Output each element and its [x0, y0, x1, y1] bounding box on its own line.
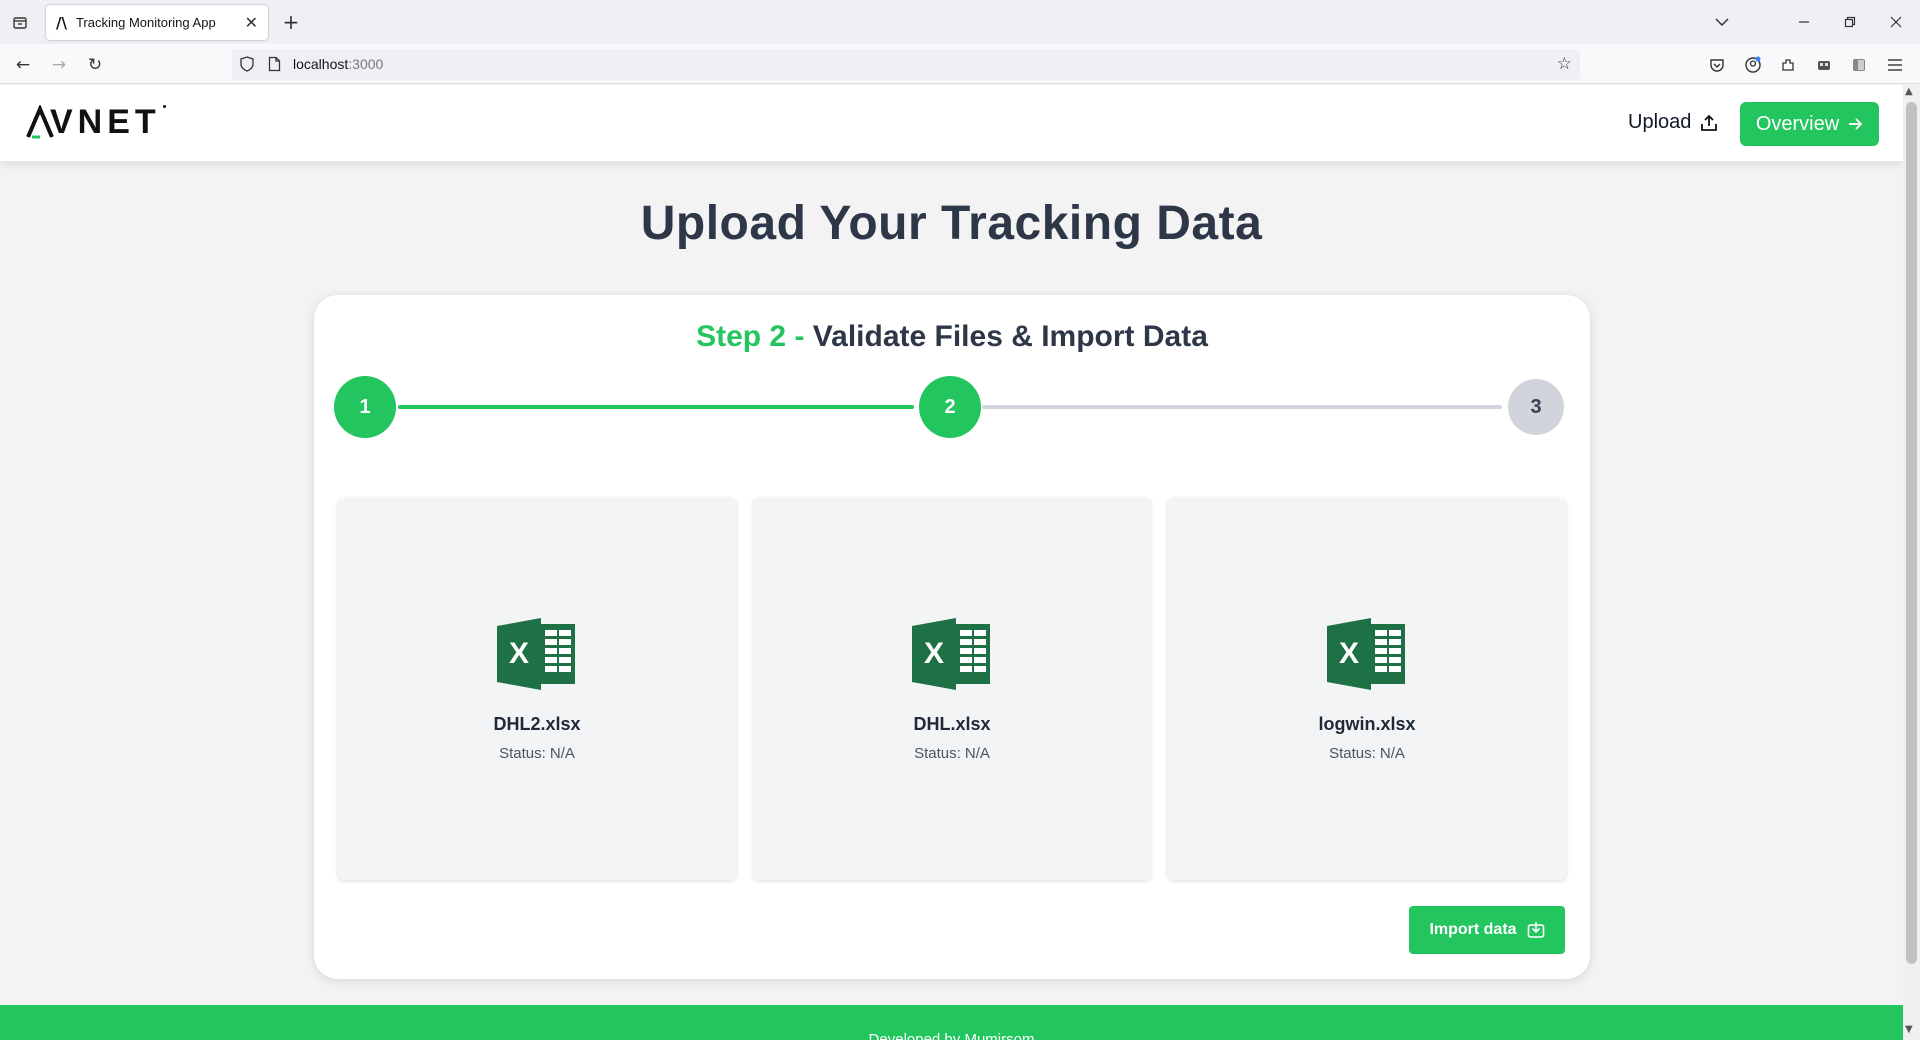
stepper-line-completed	[398, 405, 914, 409]
browser-tab[interactable]: /\ Tracking Monitoring App ✕	[46, 5, 268, 40]
excel-file-icon: X	[1327, 618, 1405, 690]
footer-text: Developed by Mumirsom	[868, 1031, 1035, 1040]
bookmark-star-icon[interactable]: ☆	[1557, 54, 1572, 74]
logo-text-wrapper: VNET	[26, 103, 161, 142]
file-name: DHL2.xlsx	[493, 714, 581, 734]
step-prefix: Step 2 -	[696, 320, 813, 353]
shield-icon[interactable]	[240, 56, 254, 77]
profile-extension-icon[interactable]	[1848, 54, 1870, 76]
file-card[interactable]: X logwin.xlsx Status: N/A	[1168, 498, 1566, 880]
excel-file-icon: X	[912, 618, 990, 690]
file-name: DHL.xlsx	[913, 714, 991, 734]
download-tray-icon	[1527, 922, 1544, 938]
avnet-favicon-icon: /\	[56, 13, 67, 32]
container-icon[interactable]	[1813, 54, 1835, 76]
logo-text: VNET	[50, 103, 161, 141]
page-icon[interactable]	[268, 56, 281, 77]
tab-list-icon[interactable]	[8, 10, 32, 34]
file-card[interactable]: X DHL.xlsx Status: N/A	[753, 498, 1151, 880]
menu-hamburger-icon[interactable]	[1884, 54, 1906, 76]
step-3-circle: 3	[1508, 379, 1564, 435]
import-data-label: Import data	[1429, 921, 1517, 938]
new-tab-icon[interactable]: +	[278, 9, 304, 35]
url-host: localhost	[293, 56, 349, 72]
file-name: logwin.xlsx	[1318, 714, 1416, 734]
file-card[interactable]: X DHL2.xlsx Status: N/A	[338, 498, 736, 880]
pocket-icon[interactable]	[1706, 54, 1728, 76]
footer: Developed by Mumirsom	[0, 1005, 1903, 1040]
url-text: localhost:3000	[293, 56, 383, 72]
reload-icon[interactable]: ↻	[82, 52, 108, 78]
forward-arrow-icon[interactable]: →	[46, 52, 72, 78]
scrollbar-thumb[interactable]	[1906, 102, 1917, 964]
url-port: :3000	[348, 56, 384, 72]
step-heading: Step 2 - Validate Files & Import Data	[314, 320, 1590, 354]
step-title: Validate Files & Import Data	[812, 320, 1208, 353]
import-data-button[interactable]: Import data	[1409, 906, 1565, 954]
svg-text:X: X	[1339, 637, 1359, 670]
progress-stepper: 1 2 3	[334, 375, 1570, 439]
excel-file-icon: X	[497, 618, 575, 690]
address-bar[interactable]: localhost:3000 ☆	[232, 49, 1580, 80]
scroll-down-arrow-icon[interactable]: ▼	[1905, 1024, 1913, 1035]
close-tab-icon[interactable]: ✕	[245, 13, 258, 32]
upload-label: Upload	[1628, 111, 1692, 133]
extensions-icon[interactable]	[1777, 54, 1799, 76]
tab-overflow-chevron-icon[interactable]	[1702, 8, 1742, 36]
tab-title: Tracking Monitoring App	[75, 15, 216, 30]
step-1-circle: 1	[334, 376, 396, 438]
page-title: Upload Your Tracking Data	[640, 197, 1263, 250]
overview-button[interactable]: Overview	[1740, 102, 1879, 146]
file-status: Status: N/A	[914, 745, 990, 762]
upload-nav-link[interactable]: Upload	[1628, 111, 1719, 134]
logo-registered-dot	[163, 105, 166, 108]
svg-text:X: X	[924, 637, 944, 670]
account-icon[interactable]	[1742, 54, 1764, 76]
app-header: VNET Upload Overview	[0, 85, 1903, 161]
file-status: Status: N/A	[1329, 745, 1405, 762]
close-window-icon[interactable]	[1876, 8, 1916, 36]
arrow-right-icon	[1849, 118, 1863, 130]
stepper-line-pending	[982, 405, 1502, 409]
file-status: Status: N/A	[499, 745, 575, 762]
overview-label: Overview	[1755, 112, 1840, 135]
back-arrow-icon[interactable]: ←	[10, 52, 36, 78]
scroll-up-arrow-icon[interactable]: ▲	[1905, 86, 1913, 97]
browser-tab-bar: /\ Tracking Monitoring App ✕ +	[0, 0, 1920, 44]
restore-icon[interactable]	[1830, 8, 1870, 36]
browser-nav-bar: ← → ↻ localhost:3000 ☆	[0, 44, 1920, 84]
upload-step-card: Step 2 - Validate Files & Import Data 1 …	[314, 295, 1590, 979]
minimize-icon[interactable]	[1784, 8, 1824, 36]
svg-text:X: X	[509, 637, 529, 670]
step-2-circle: 2	[919, 376, 981, 438]
upload-icon	[1701, 114, 1718, 131]
